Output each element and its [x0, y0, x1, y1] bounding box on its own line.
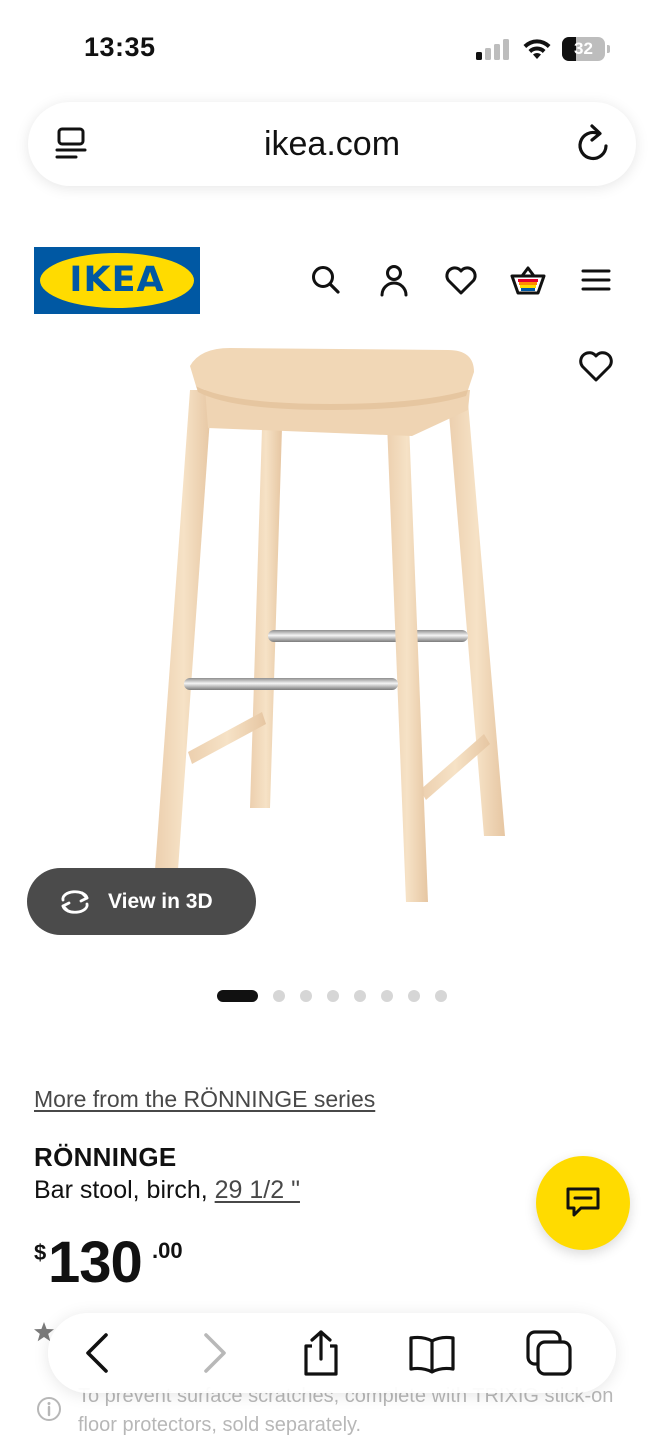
product-description: Bar stool, birch, 29 1/2 ": [34, 1176, 300, 1205]
info-icon: [37, 1397, 61, 1421]
carousel-dot[interactable]: [354, 990, 366, 1002]
chat-icon: [566, 1187, 600, 1217]
reload-icon[interactable]: [574, 122, 614, 166]
back-icon[interactable]: [74, 1329, 122, 1377]
browser-toolbar: [48, 1313, 616, 1393]
status-bar: 13:35 32: [0, 0, 664, 96]
heart-icon[interactable]: [443, 262, 479, 298]
page-menu-icon[interactable]: [52, 124, 92, 164]
battery-indicator: 32: [562, 37, 610, 61]
share-icon[interactable]: [297, 1329, 345, 1377]
ikea-logo-text: IKEA: [69, 260, 165, 300]
account-icon[interactable]: [376, 262, 412, 298]
menu-icon[interactable]: [578, 262, 614, 298]
product-image[interactable]: [0, 330, 664, 930]
tabs-icon[interactable]: [525, 1329, 573, 1377]
series-link[interactable]: More from the RÖNNINGE series: [34, 1086, 375, 1113]
cart-icon[interactable]: [510, 262, 546, 298]
carousel-dot[interactable]: [300, 990, 312, 1002]
battery-percent: 32: [574, 39, 593, 58]
carousel-dot[interactable]: [408, 990, 420, 1002]
chat-button[interactable]: [536, 1156, 630, 1250]
search-icon[interactable]: [308, 262, 344, 298]
rotate-3d-icon: [61, 890, 89, 914]
product-name: RÖNNINGE: [34, 1142, 177, 1172]
carousel-dot[interactable]: [381, 990, 393, 1002]
price-integer: 130: [48, 1230, 143, 1295]
price-decimal: .00: [152, 1238, 183, 1263]
product-description-text: Bar stool, birch,: [34, 1176, 215, 1204]
wifi-icon: [523, 39, 551, 59]
ikea-logo[interactable]: IKEA: [34, 247, 200, 314]
carousel-dot[interactable]: [273, 990, 285, 1002]
status-time: 13:35: [84, 32, 156, 62]
bookmarks-icon[interactable]: [408, 1329, 456, 1377]
address-bar[interactable]: ikea.com: [28, 102, 636, 186]
price-currency: $: [34, 1240, 47, 1265]
forward-icon[interactable]: [190, 1329, 238, 1377]
cellular-signal-icon: [476, 38, 510, 60]
view-in-3d-label: View in 3D: [108, 890, 213, 913]
carousel-dot[interactable]: [435, 990, 447, 1002]
carousel-dot[interactable]: [217, 990, 258, 1002]
url-text[interactable]: ikea.com: [128, 102, 536, 186]
size-link[interactable]: 29 1/2 ": [215, 1176, 300, 1204]
favorite-heart-icon[interactable]: [576, 346, 616, 386]
view-in-3d-button[interactable]: View in 3D: [27, 868, 256, 935]
carousel-dot[interactable]: [327, 990, 339, 1002]
